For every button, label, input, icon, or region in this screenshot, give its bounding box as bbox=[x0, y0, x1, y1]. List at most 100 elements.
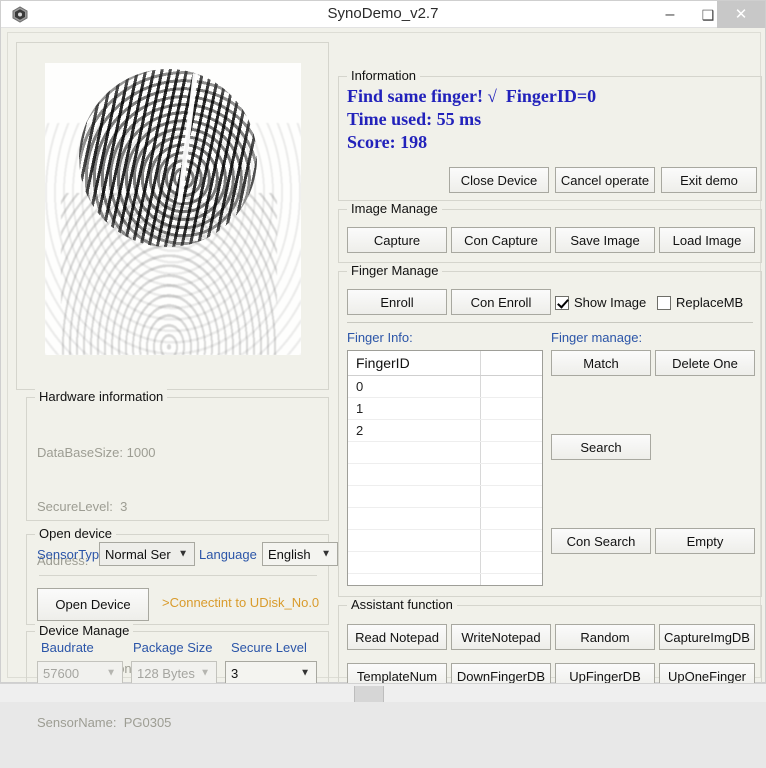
fingerprint-image[interactable] bbox=[45, 63, 301, 355]
fingerprint-core-fade bbox=[79, 69, 257, 247]
match-button[interactable]: Match bbox=[551, 350, 651, 376]
find-same-finger-text: Find same finger! bbox=[347, 86, 483, 106]
show-image-checkbox[interactable]: Show Image bbox=[555, 295, 646, 310]
minimize-button[interactable]: – bbox=[651, 1, 689, 28]
match-button-label: Match bbox=[583, 355, 619, 371]
con-search-button[interactable]: Con Search bbox=[551, 528, 651, 554]
enroll-button[interactable]: Enroll bbox=[347, 289, 447, 315]
empty-button[interactable]: Empty bbox=[655, 528, 755, 554]
save-image-button[interactable]: Save Image bbox=[555, 227, 655, 253]
list-item[interactable] bbox=[348, 508, 542, 530]
title-bar: SynoDemo_v2.7 – ❑ ✕ bbox=[1, 1, 765, 28]
save-image-button-label: Save Image bbox=[570, 232, 640, 248]
list-item-label: 0 bbox=[356, 379, 364, 394]
up-finger-db-button-label: UpFingerDB bbox=[569, 668, 641, 684]
list-item[interactable]: 1 bbox=[348, 398, 542, 420]
language-select[interactable]: English ▼ bbox=[262, 542, 338, 566]
information-line-1: Find same finger! √ FingerID=0 bbox=[347, 85, 596, 108]
hw-line-sensor-name: SensorName: PG0305 bbox=[37, 715, 172, 730]
list-item[interactable]: 2 bbox=[348, 420, 542, 442]
delete-one-button-label: Delete One bbox=[672, 355, 738, 371]
write-notepad-button-label: WriteNotepad bbox=[461, 629, 541, 645]
finger-id-list[interactable]: FingerID 0 1 2 bbox=[347, 350, 543, 586]
package-size-label: Package Size bbox=[133, 640, 213, 655]
finger-manage-legend: Finger Manage bbox=[347, 263, 443, 278]
list-column-header-fingerid: FingerID bbox=[356, 355, 410, 371]
con-enroll-button-label: Con Enroll bbox=[470, 294, 532, 310]
language-label: Language bbox=[199, 547, 257, 562]
sensor-type-select[interactable]: Normal Ser ▼ bbox=[99, 542, 195, 566]
con-search-button-label: Con Search bbox=[566, 533, 636, 549]
con-capture-button-label: Con Capture bbox=[464, 232, 538, 248]
baudrate-select[interactable]: 57600 ▼ bbox=[37, 661, 123, 685]
read-notepad-button[interactable]: Read Notepad bbox=[347, 624, 447, 650]
up-one-finger-button-label: UpOneFinger bbox=[667, 668, 747, 684]
assistant-function-group: Assistant function Read Notepad WriteNot… bbox=[338, 597, 762, 693]
sensor-type-value: Normal Ser bbox=[105, 546, 171, 562]
exit-demo-button[interactable]: Exit demo bbox=[661, 167, 757, 193]
information-group: Information Find same finger! √ FingerID… bbox=[338, 68, 762, 201]
list-item-label: 2 bbox=[356, 423, 364, 438]
exit-demo-button-label: Exit demo bbox=[680, 172, 738, 188]
package-size-select[interactable]: 128 Bytes ▼ bbox=[131, 661, 217, 685]
baudrate-value: 57600 bbox=[43, 665, 80, 681]
finger-info-label: Finger Info: bbox=[347, 330, 413, 345]
close-button[interactable]: ✕ bbox=[717, 1, 765, 28]
capture-img-db-button-label: CaptureImgDB bbox=[664, 629, 750, 645]
information-line-2: Time used: 55 ms bbox=[347, 109, 482, 129]
list-item[interactable] bbox=[348, 552, 542, 574]
cancel-operate-button-label: Cancel operate bbox=[560, 172, 650, 188]
close-device-button-label: Close Device bbox=[460, 172, 538, 188]
list-item[interactable] bbox=[348, 530, 542, 552]
write-notepad-button[interactable]: WriteNotepad bbox=[451, 624, 551, 650]
finger-id-text: FingerID=0 bbox=[505, 86, 597, 106]
open-device-button[interactable]: Open Device bbox=[37, 588, 149, 621]
chevron-down-icon: ▼ bbox=[321, 548, 331, 560]
checkbox-checked-icon bbox=[555, 295, 569, 310]
read-notepad-button-label: Read Notepad bbox=[355, 629, 439, 645]
image-manage-group: Image Manage Capture Con Capture Save Im… bbox=[338, 201, 762, 263]
open-device-legend: Open device bbox=[35, 526, 116, 541]
close-device-button[interactable]: Close Device bbox=[449, 167, 549, 193]
replace-mb-checkbox[interactable]: ReplaceMB bbox=[657, 295, 743, 310]
con-enroll-button[interactable]: Con Enroll bbox=[451, 289, 551, 315]
enroll-button-label: Enroll bbox=[380, 294, 414, 310]
taskbar-item[interactable] bbox=[354, 686, 384, 702]
application-window: SynoDemo_v2.7 – ❑ ✕ Hardware information bbox=[0, 0, 766, 730]
list-item[interactable] bbox=[348, 574, 542, 585]
delete-one-button[interactable]: Delete One bbox=[655, 350, 755, 376]
package-size-value: 128 Bytes bbox=[137, 665, 195, 681]
template-num-button-label: TemplateNum bbox=[356, 668, 438, 684]
search-button[interactable]: Search bbox=[551, 434, 651, 460]
checkbox-unchecked-icon bbox=[657, 295, 671, 310]
load-image-button[interactable]: Load Image bbox=[659, 227, 755, 253]
client-area: Hardware information DataBaseSize: 1000 … bbox=[7, 32, 762, 730]
fingerprint-image-panel bbox=[16, 42, 329, 390]
capture-img-db-button[interactable]: CaptureImgDB bbox=[659, 624, 755, 650]
sensor-type-label: SensorType bbox=[37, 547, 107, 562]
list-item[interactable] bbox=[348, 442, 542, 464]
random-button[interactable]: Random bbox=[555, 624, 655, 650]
finger-manage-label: Finger manage: bbox=[551, 330, 643, 345]
capture-button-label: Capture bbox=[373, 232, 421, 248]
information-line-3: Score: 198 bbox=[347, 132, 428, 152]
list-item[interactable] bbox=[348, 464, 542, 486]
show-image-label: Show Image bbox=[574, 295, 647, 310]
search-button-label: Search bbox=[580, 439, 622, 455]
down-finger-db-button-label: DownFingerDB bbox=[456, 668, 546, 684]
finger-manage-group: Finger Manage Enroll Con Enroll Show Ima… bbox=[338, 263, 762, 597]
empty-button-label: Empty bbox=[686, 533, 724, 549]
list-item[interactable]: 0 bbox=[348, 376, 542, 398]
cancel-operate-button[interactable]: Cancel operate bbox=[555, 167, 655, 193]
list-item[interactable] bbox=[348, 486, 542, 508]
con-capture-button[interactable]: Con Capture bbox=[451, 227, 551, 253]
open-device-button-label: Open Device bbox=[55, 597, 131, 612]
replace-mb-label: ReplaceMB bbox=[676, 295, 744, 310]
information-text: Find same finger! √ FingerID=0 Time used… bbox=[347, 85, 596, 154]
image-manage-legend: Image Manage bbox=[347, 201, 442, 216]
baudrate-label: Baudrate bbox=[41, 640, 94, 655]
secure-level-select[interactable]: 3 ▼ bbox=[225, 661, 317, 685]
information-legend: Information bbox=[347, 68, 421, 83]
secure-level-label: Secure Level bbox=[231, 640, 307, 655]
capture-button[interactable]: Capture bbox=[347, 227, 447, 253]
